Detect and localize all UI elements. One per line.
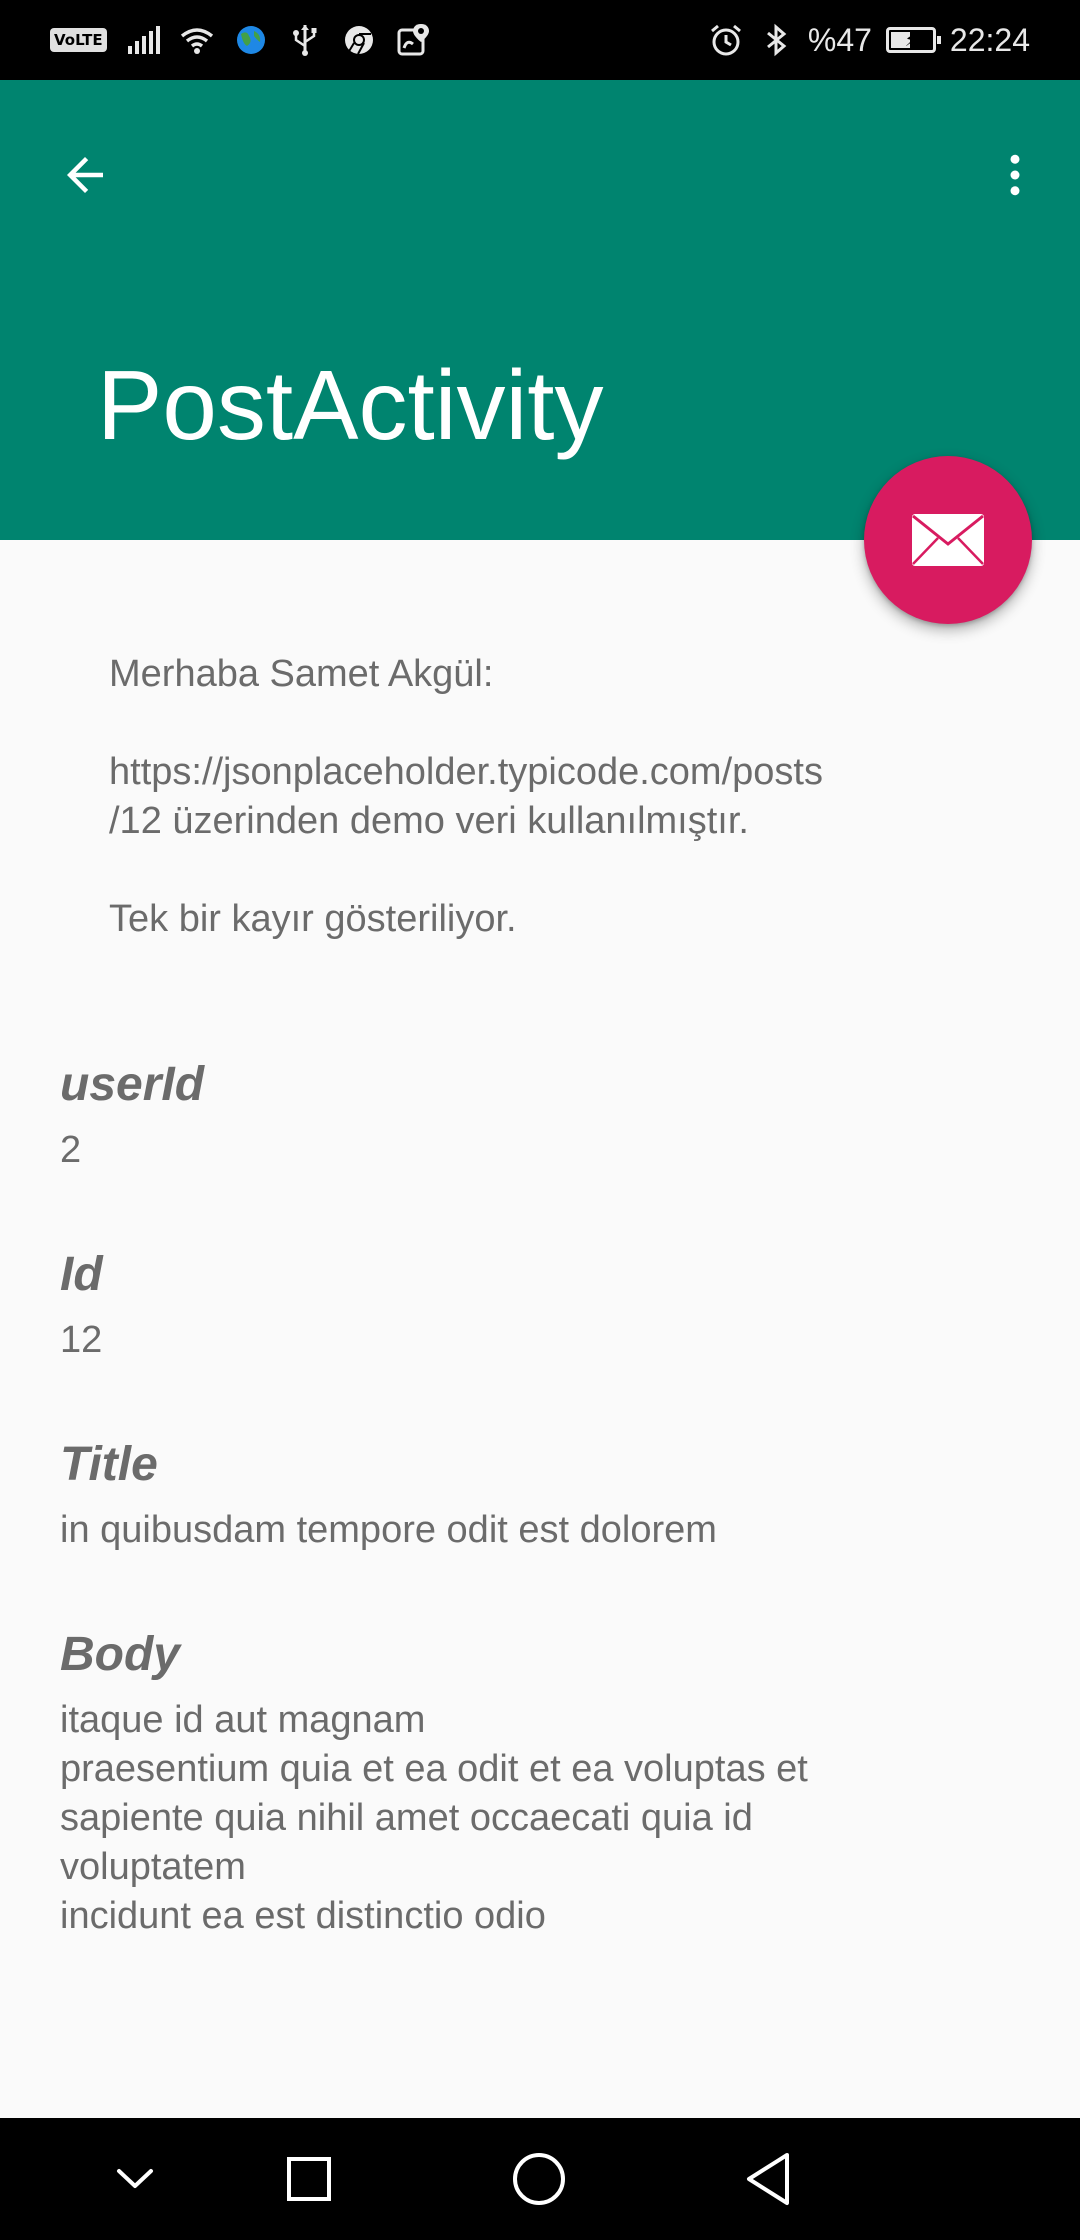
battery-percent: %47: [807, 21, 872, 58]
home-button[interactable]: [494, 2134, 584, 2224]
alarm-icon: [710, 24, 741, 56]
mail-fab-button[interactable]: [864, 456, 1032, 624]
wifi-icon: [180, 28, 213, 54]
back-icon: [747, 2153, 789, 2205]
mail-icon: [912, 514, 984, 566]
userid-value: 2: [60, 1129, 82, 1171]
body-line: incidunt ea est distinctio odio: [60, 1895, 546, 1937]
overflow-menu-button[interactable]: [970, 130, 1060, 220]
globe-icon: [236, 26, 265, 54]
intro-text: Merhaba Samet Akgül: https://jsonplaceho…: [109, 650, 989, 944]
body-line: voluptatem: [60, 1846, 246, 1888]
location-icon: [397, 24, 429, 56]
usb-icon: [292, 25, 317, 56]
back-button[interactable]: [40, 130, 130, 220]
source-line-2: /12 üzerinden demo veri kullanılmıştır.: [109, 800, 749, 842]
hide-nav-button[interactable]: [90, 2134, 180, 2224]
userid-label: userId: [60, 1058, 205, 1111]
page-title: PostActivity: [97, 350, 604, 460]
battery-icon: ⚡: [885, 27, 941, 53]
screen: VoLTE %47 ⚡ 22:24 PostActivity Merhaba S…: [0, 0, 1080, 2240]
more-vert-icon: [1010, 154, 1020, 196]
body-value: itaque id aut magnam praesentium quia et…: [60, 1696, 1020, 1941]
bluetooth-icon: [766, 23, 787, 57]
arrow-back-icon: [67, 157, 103, 193]
greeting-text: Merhaba Samet Akgül:: [109, 653, 494, 695]
chrome-icon: [344, 26, 373, 55]
title-label: Title: [60, 1438, 158, 1491]
navigation-bar: [0, 2118, 1080, 2240]
body-label: Body: [60, 1628, 180, 1681]
status-bar: VoLTE %47 ⚡ 22:24: [0, 0, 1080, 80]
clock: 22:24: [949, 21, 1030, 58]
title-value: in quibusdam tempore odit est dolorem: [60, 1509, 717, 1551]
recents-icon: [287, 2157, 331, 2201]
source-line-1: https://jsonplaceholder.typicode.com/pos…: [109, 751, 823, 793]
body-line: itaque id aut magnam: [60, 1699, 426, 1741]
record-note: Tek bir kayır gösteriliyor.: [109, 898, 517, 940]
status-right: %47 ⚡ 22:24: [708, 18, 1030, 62]
nav-back-button[interactable]: [724, 2134, 814, 2224]
signal-icon: [127, 26, 160, 54]
body-line: sapiente quia nihil amet occaecati quia …: [60, 1797, 753, 1839]
chevron-down-icon: [117, 2169, 153, 2188]
home-icon: [513, 2153, 565, 2205]
status-left: VoLTE: [50, 18, 431, 62]
recents-button[interactable]: [264, 2134, 354, 2224]
id-value: 12: [60, 1319, 103, 1361]
volte-icon: VoLTE: [50, 28, 107, 52]
charging-icon: ⚡: [904, 30, 918, 50]
id-label: Id: [60, 1248, 103, 1301]
body-line: praesentium quia et ea odit et ea volupt…: [60, 1748, 808, 1790]
